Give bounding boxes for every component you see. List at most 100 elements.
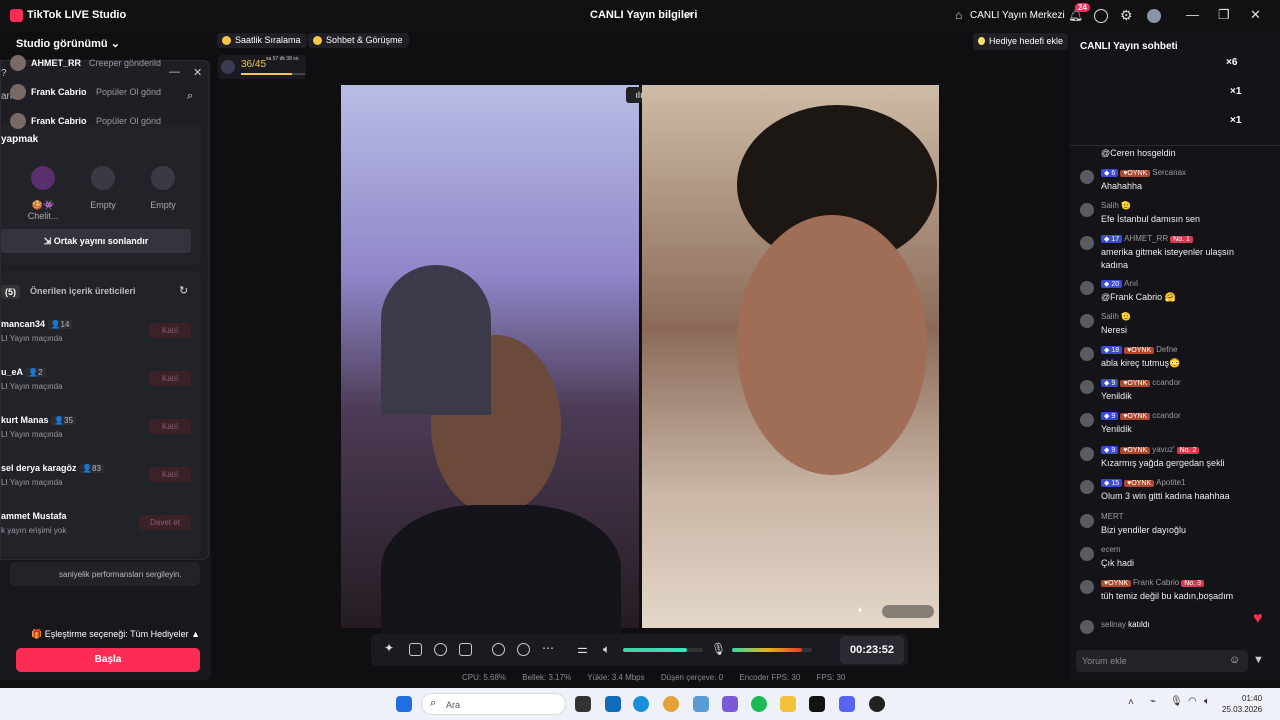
- gift-goal-label: Hediye hedefi ekle: [989, 36, 1064, 46]
- record-icon[interactable]: [492, 643, 505, 656]
- avatar[interactable]: [1147, 9, 1161, 23]
- outlook-icon[interactable]: [605, 696, 621, 712]
- chat-text: Bizi yendiler dayıoğlu: [1101, 525, 1187, 535]
- help-icon[interactable]: ?: [1, 68, 7, 79]
- slot-label: Empty: [90, 200, 116, 210]
- chat-text: Yenildik: [1101, 391, 1132, 401]
- volume-icon[interactable]: 🔈︎: [858, 605, 864, 616]
- notification-badge: 24: [1075, 3, 1090, 12]
- maximize-icon[interactable]: ❐: [1218, 7, 1230, 23]
- tab-count[interactable]: (5): [1, 285, 20, 299]
- avatar: [1080, 447, 1094, 461]
- add-source-icon[interactable]: [459, 643, 472, 656]
- app-icon[interactable]: [693, 696, 709, 712]
- live-center-button[interactable]: CANLI Yayın Merkezi: [970, 10, 1065, 21]
- heart-icon[interactable]: ♥: [1253, 610, 1263, 628]
- ai-icon[interactable]: [434, 643, 447, 656]
- task-view-icon[interactable]: [575, 696, 591, 712]
- chat-user: MERT: [1101, 512, 1124, 521]
- minimize-icon[interactable]: —: [1186, 7, 1199, 22]
- avatar: [10, 55, 26, 71]
- level-badge: ◆ 17: [1101, 235, 1123, 243]
- fan-badge: ♥OYNK: [1120, 447, 1151, 454]
- progress-time: sa 57 dk 38 sn: [266, 56, 299, 62]
- camera-switch-icon[interactable]: [517, 643, 530, 656]
- more-icon[interactable]: ⋯: [542, 641, 554, 655]
- end-cohost-button[interactable]: ⇲ Ortak yayını sonlandır: [1, 229, 191, 253]
- gear-icon[interactable]: ⚙: [1120, 7, 1133, 24]
- refresh-icon[interactable]: ↻: [179, 284, 188, 297]
- tiktok-logo-icon: [10, 9, 23, 22]
- match-option-dropdown[interactable]: 🎁 Eşleştirme seçeneği: Tüm Hediyeler ▲: [31, 629, 200, 640]
- cohost-slot[interactable]: Empty: [78, 166, 128, 210]
- chat-user: ecem: [1101, 545, 1121, 554]
- sliders-icon[interactable]: ⚌: [577, 642, 588, 656]
- edge-icon[interactable]: [633, 696, 649, 712]
- screen-share-icon[interactable]: [409, 643, 422, 656]
- cohost-slot[interactable]: 🍪👾Chelit...: [18, 166, 68, 221]
- join-button[interactable]: Katıl: [149, 371, 191, 386]
- stream-timer: 00:23:52: [840, 636, 904, 664]
- chat-user: yavuz': [1152, 445, 1175, 454]
- filter-icon[interactable]: ▼: [1253, 654, 1264, 666]
- speaker-volume-slider[interactable]: [623, 648, 703, 652]
- chrome-icon[interactable]: [663, 696, 679, 712]
- taskbar-search[interactable]: Ara: [421, 693, 566, 715]
- studio-view-dropdown[interactable]: Studio görünümü ⌄: [16, 37, 120, 50]
- timer-icon: [221, 60, 235, 74]
- app-icon[interactable]: [869, 696, 885, 712]
- avatar: [1080, 547, 1094, 561]
- help-icon[interactable]: [1094, 9, 1108, 23]
- close-icon[interactable]: ✕: [1250, 7, 1261, 23]
- home-icon[interactable]: ⌂: [955, 8, 962, 22]
- chat-meet-label: Sohbet & Görüşme: [326, 35, 403, 45]
- avatar: [1080, 236, 1094, 250]
- copilot-icon[interactable]: [722, 696, 738, 712]
- tiktok-icon[interactable]: [809, 696, 825, 712]
- comment-input[interactable]: Yorum ekle: [1076, 650, 1248, 672]
- studio-view-label: Studio görünümü: [16, 38, 108, 50]
- folder-icon[interactable]: [780, 696, 796, 712]
- magic-wand-icon[interactable]: ✦: [384, 641, 397, 655]
- emoji-icon[interactable]: ☺: [1229, 654, 1240, 666]
- spotify-icon[interactable]: [751, 696, 767, 712]
- avatar: [1080, 514, 1094, 528]
- live-info-button[interactable]: CANLI Yayın bilgileri: [590, 9, 697, 21]
- memory-stat: Bellek: 3.17%: [522, 673, 572, 682]
- avatar: [10, 84, 26, 100]
- guest-controls[interactable]: [882, 605, 934, 618]
- minimize-icon[interactable]: —: [169, 66, 180, 78]
- system-clock[interactable]: 01:40 25.03.2026: [1222, 693, 1262, 715]
- close-icon[interactable]: ✕: [193, 66, 202, 79]
- chat-meet-button[interactable]: Sohbet & Görüşme: [308, 33, 409, 48]
- mic-icon[interactable]: 🎙︎: [1170, 696, 1183, 707]
- creator-name: sel derya karagöz 👤83: [1, 463, 104, 473]
- hourly-ranking-button[interactable]: Saatlik Sıralama: [217, 33, 307, 48]
- clock-date: 25.03.2026: [1222, 705, 1263, 714]
- discord-icon[interactable]: [839, 696, 855, 712]
- network-icon[interactable]: ⌁: [1150, 696, 1156, 707]
- join-button[interactable]: Katıl: [149, 467, 191, 482]
- start-button[interactable]: Başla: [16, 648, 200, 672]
- window-arch: [381, 265, 491, 415]
- windows-start-icon[interactable]: [396, 696, 412, 712]
- chat-user: Frank Cabrio: [1133, 578, 1180, 587]
- chevron-up-icon[interactable]: ˄: [1128, 697, 1134, 708]
- speaker-icon[interactable]: 🔈︎: [603, 642, 610, 657]
- cohost-slot[interactable]: Empty: [138, 166, 188, 210]
- person-icon: [151, 166, 175, 190]
- creator-name: mancan34 👤14: [1, 319, 73, 329]
- search-icon[interactable]: ⌕: [187, 90, 193, 103]
- wifi-icon[interactable]: ◠: [1188, 696, 1197, 707]
- invite-button[interactable]: Davet et: [139, 515, 191, 530]
- fan-badge: ♥OYNK: [1124, 480, 1155, 487]
- share-icon[interactable]: ↗: [683, 9, 692, 22]
- creator-status: LI Yayın maçında: [1, 478, 63, 487]
- gift-goal-button[interactable]: Hediye hedefi ekle: [973, 33, 1069, 50]
- volume-icon[interactable]: 🔈︎: [1204, 696, 1210, 707]
- mic-volume-slider[interactable]: [732, 648, 812, 652]
- guest-video: 🔈︎: [642, 85, 939, 628]
- join-button[interactable]: Katıl: [149, 323, 191, 338]
- join-button[interactable]: Katıl: [149, 419, 191, 434]
- mic-icon[interactable]: 🎙︎: [711, 642, 726, 656]
